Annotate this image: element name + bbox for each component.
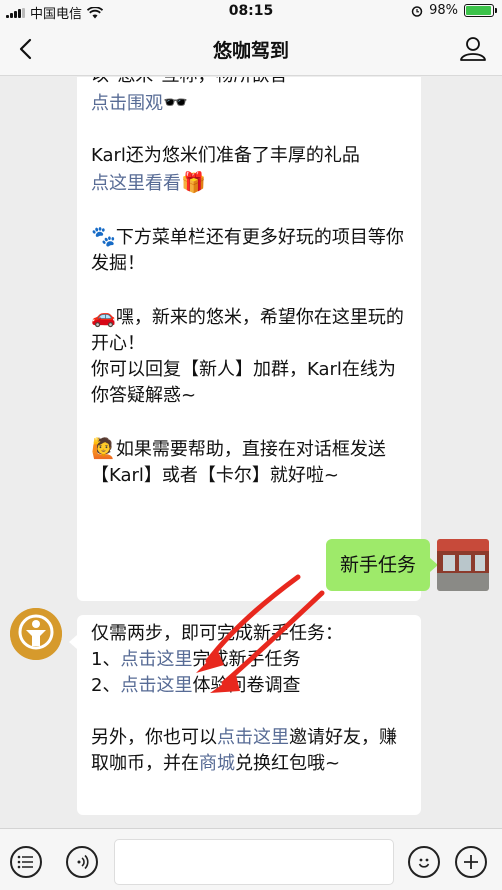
user-profile-icon[interactable] bbox=[456, 32, 490, 66]
task-step-1: 1、点击这里完成新手任务 bbox=[91, 647, 407, 673]
task-step-2: 2、点击这里体验问卷调查 bbox=[91, 673, 407, 699]
message-text: Karl还为悠米们准备了丰厚的礼品 bbox=[91, 145, 360, 166]
car-emoji: 🚗 bbox=[91, 304, 116, 328]
message-text: 体验问卷调查 bbox=[192, 675, 301, 696]
alarm-icon bbox=[411, 5, 423, 17]
message-text: 兑换红包哦~ bbox=[235, 753, 341, 774]
step-number: 2、 bbox=[91, 675, 121, 696]
message-paragraph: 🙋如果需要帮助，直接在对话框发送【Karl】或者【卡尔】就好啦~ bbox=[91, 435, 407, 489]
battery-percent: 98% bbox=[429, 3, 458, 18]
message-text: 完成新手任务 bbox=[192, 649, 301, 670]
voice-icon[interactable] bbox=[66, 846, 98, 878]
menu-list-icon[interactable] bbox=[10, 846, 42, 878]
message-text: 仅需两步，即可完成新手任务： bbox=[91, 623, 343, 644]
paw-emoji: 🐾 bbox=[91, 224, 116, 248]
emoji-face-icon[interactable] bbox=[408, 846, 440, 878]
sent-message-bubble[interactable]: 新手任务 bbox=[325, 539, 439, 591]
message-paragraph: 以"悠米"互称，畅所欲言 点击围观🕶️ bbox=[91, 77, 407, 117]
nav-bar: 悠咖驾到 bbox=[0, 22, 502, 76]
gift-emoji: 🎁 bbox=[181, 170, 206, 194]
message-text: 嘿，新来的悠米，希望你在这里玩的开心！ bbox=[91, 307, 404, 354]
raising-hand-emoji: 🙋 bbox=[91, 436, 116, 460]
message-text: 你可以回复【新人】加群，Karl在线为你答疑解惑~ bbox=[91, 359, 396, 406]
official-account-avatar[interactable] bbox=[10, 608, 62, 660]
message-paragraph: 🚗嘿，新来的悠米，希望你在这里玩的开心！ 你可以回复【新人】加群，Karl在线为… bbox=[91, 303, 407, 409]
link-gifts[interactable]: 点这里看看 bbox=[91, 173, 181, 194]
battery-icon bbox=[464, 4, 497, 17]
status-bar: 中国电信 08:15 98% bbox=[0, 0, 502, 22]
link-invite-friends[interactable]: 点击这里 bbox=[217, 727, 289, 748]
message-text: 另外，你也可以 bbox=[91, 727, 217, 748]
chat-area[interactable]: 以"悠米"互称，畅所欲言 点击围观🕶️ Karl还为悠米们准备了丰厚的礼品 点这… bbox=[0, 77, 502, 828]
chat-title: 悠咖驾到 bbox=[212, 40, 289, 62]
plus-icon[interactable] bbox=[455, 846, 487, 878]
message-input[interactable] bbox=[114, 839, 394, 885]
message-paragraph: Karl还为悠米们准备了丰厚的礼品 点这里看看🎁 bbox=[91, 143, 407, 197]
message-paragraph: 另外，你也可以点击这里邀请好友，赚取咖币，并在商城兑换红包哦~ bbox=[91, 725, 407, 777]
message-text: 下方菜单栏还有更多好玩的项目等你发掘！ bbox=[91, 227, 404, 274]
message-text: 如果需要帮助，直接在对话框发送【Karl】或者【卡尔】就好啦~ bbox=[91, 439, 386, 486]
battery-fill bbox=[466, 6, 492, 15]
link-store[interactable]: 商城 bbox=[199, 753, 235, 774]
link-watch[interactable]: 点击围观 bbox=[91, 93, 163, 114]
link-survey[interactable]: 点击这里 bbox=[120, 675, 192, 696]
received-message-bubble: 仅需两步，即可完成新手任务： 1、点击这里完成新手任务 2、点击这里体验问卷调查… bbox=[69, 615, 421, 815]
link-complete-tasks[interactable]: 点击这里 bbox=[120, 649, 192, 670]
message-paragraph: 🐾下方菜单栏还有更多好玩的项目等你发掘！ bbox=[91, 223, 407, 277]
input-bar bbox=[0, 828, 502, 890]
user-avatar[interactable] bbox=[437, 539, 489, 591]
step-number: 1、 bbox=[91, 649, 121, 670]
message-text: 以"悠米"互称，畅所欲言 bbox=[91, 77, 407, 89]
received-message-bubble: 以"悠米"互称，畅所欲言 点击围观🕶️ Karl还为悠米们准备了丰厚的礼品 点这… bbox=[77, 77, 421, 601]
sunglasses-emoji: 🕶️ bbox=[163, 90, 188, 114]
